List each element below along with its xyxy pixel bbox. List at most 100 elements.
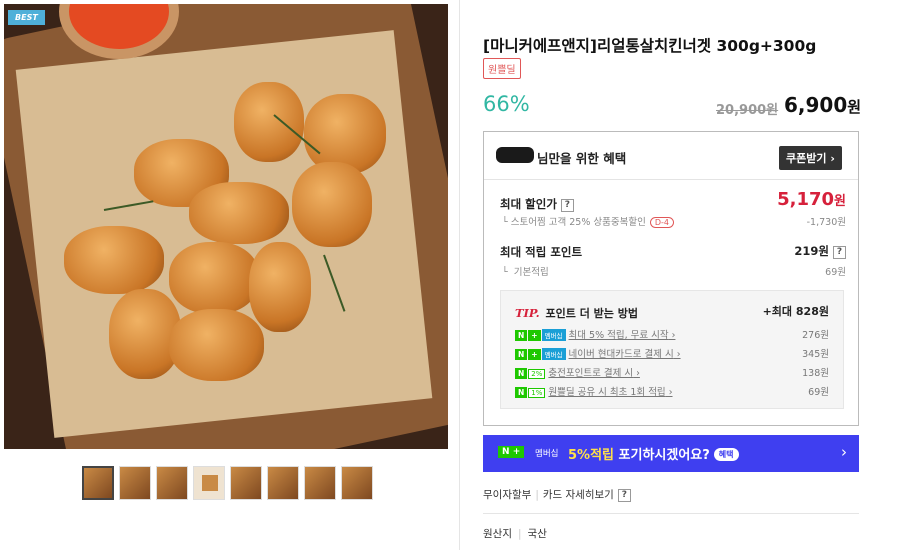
origin-info: 원산지 | 국산	[483, 526, 547, 541]
max-points-value: 219원?	[794, 243, 846, 259]
plus-icon: +	[528, 330, 541, 341]
product-gallery: BEST	[4, 4, 448, 500]
max-discount-price: 5,170원	[777, 189, 846, 210]
tip-row-value: 138원	[802, 368, 829, 379]
original-price: 20,900원	[716, 103, 779, 118]
help-icon[interactable]: ?	[560, 199, 574, 212]
naver-n-icon: N	[502, 447, 510, 457]
thumbnail-strip	[82, 466, 373, 500]
thumbnail[interactable]	[267, 466, 299, 500]
membership-banner[interactable]: N + 멤버십 5%적립 포기하시겠어요? 혜택 ›	[483, 435, 859, 472]
separator: |	[535, 489, 539, 501]
tip-prefix: TIP.	[515, 306, 540, 320]
tip-box: TIP. 포인트 더 받는 방법 +최대 828원 N + 멤버십 최대 5% 적립,…	[500, 290, 844, 409]
benefit-pill: 혜택	[713, 448, 739, 461]
installment-label: 무이자할부	[483, 489, 532, 501]
nugget	[189, 182, 289, 244]
max-discount-value: 5,170	[777, 189, 835, 210]
max-discount-label-text: 최대 할인가	[500, 197, 557, 211]
product-page: BEST [마니커에프앤지]리얼통살치킨너겟 300g+300g 원쁠딜 66%…	[0, 0, 900, 550]
chevron-right-icon: ›	[830, 152, 835, 165]
thumbnail[interactable]	[156, 466, 188, 500]
thumbnail[interactable]	[82, 466, 114, 500]
payment-info: 무이자할부 | 카드 자세히보기?	[483, 487, 631, 502]
tip-heading: TIP. 포인트 더 받는 방법	[515, 305, 638, 321]
coupon-button-label: 쿠폰받기	[786, 152, 827, 165]
max-points-amount: 219원	[794, 244, 829, 258]
thumbnail[interactable]	[119, 466, 151, 500]
tip-max: +최대 828원	[763, 303, 829, 319]
naver-n-icon: N	[515, 349, 528, 360]
max-points-label: 최대 적립 포인트	[500, 244, 582, 260]
nugget	[64, 226, 164, 294]
tip-row-text: 최대 5% 적립, 무료 시작	[568, 330, 669, 341]
membership-label: 멤버십	[535, 449, 559, 459]
sale-price-value: 6,900	[784, 93, 848, 117]
sale-price-unit: 원	[847, 98, 862, 116]
tip-row-value: 276원	[802, 330, 829, 341]
plus-icon: +	[528, 349, 541, 360]
banner-message: 포기하시겠어요?	[618, 448, 710, 463]
naver-n-icon: N	[515, 368, 528, 379]
tip-row-share[interactable]: N 1% 원쁠딜 공유 시 최초 1회 적립 ›	[515, 384, 673, 398]
tip-title: 포인트 더 받는 방법	[545, 307, 638, 320]
chevron-right-icon: ›	[841, 443, 847, 461]
product-main-image[interactable]: BEST	[4, 4, 448, 449]
help-icon[interactable]: ?	[617, 489, 631, 502]
separator: |	[517, 528, 522, 540]
store-discount-label: 스토어찜 고객 25% 상품중복할인	[510, 217, 646, 228]
max-discount-label: 최대 할인가?	[500, 196, 574, 212]
discount-rate: 66%	[483, 92, 530, 116]
membership-badge: 멤버십	[541, 348, 566, 360]
tip-row-value: 69원	[808, 387, 829, 398]
nugget	[234, 82, 304, 162]
percent-badge: 2%	[528, 369, 546, 379]
tip-row-card[interactable]: N + 멤버십 네이버 현대카드로 결제 시 ›	[515, 346, 681, 360]
nugget	[249, 242, 311, 332]
banner-text: 5%적립 포기하시겠어요? 혜택	[568, 444, 739, 463]
thumbnail[interactable]	[230, 466, 262, 500]
nugget	[169, 309, 264, 381]
nugget	[292, 162, 372, 247]
product-title: [마니커에프앤지]리얼통살치킨너겟 300g+300g	[483, 37, 817, 55]
store-discount-value: -1,730원	[806, 217, 846, 228]
tip-row-membership[interactable]: N + 멤버십 최대 5% 적립, 무료 시작 ›	[515, 327, 675, 341]
nugget	[304, 94, 386, 174]
base-points-detail: └ 기본적립	[502, 267, 549, 278]
tip-row-text: 원쁠딜 공유 시 최초 1회 적립	[548, 387, 666, 398]
benefit-heading: 님만을 위한 혜택	[537, 151, 627, 166]
base-points-value: 69원	[825, 267, 846, 278]
naver-n-icon: N	[515, 387, 528, 398]
plus-icon: +	[512, 447, 521, 457]
origin-label: 원산지	[483, 528, 512, 540]
thumbnail[interactable]	[304, 466, 336, 500]
coupon-button[interactable]: 쿠폰받기 ›	[779, 146, 842, 170]
column-divider	[459, 0, 460, 550]
help-icon[interactable]: ?	[833, 246, 846, 259]
max-points-label-text: 최대 적립 포인트	[500, 245, 583, 259]
naver-n-icon: N	[515, 330, 528, 341]
origin-value: 국산	[527, 528, 547, 540]
benefit-box: 님만을 위한 혜택 쿠폰받기 › 최대 할인가? 5,170원 └ 스토어찜 고…	[483, 131, 859, 426]
benefit-header: 님만을 위한 혜택 쿠폰받기 ›	[484, 132, 858, 180]
membership-badge: 멤버십	[541, 329, 566, 341]
tip-max-value: 828원	[795, 305, 829, 318]
percent-badge: 1%	[528, 388, 546, 398]
tip-row-text: 네이버 현대카드로 결제 시	[568, 349, 674, 360]
nugget	[169, 242, 259, 314]
divider-line	[483, 513, 859, 514]
product-pack-image	[202, 475, 218, 491]
base-points-label: 기본적립	[513, 267, 549, 278]
tip-row-value: 345원	[802, 349, 829, 360]
sale-price: 6,900원	[784, 93, 861, 117]
deal-tag: 원쁠딜	[483, 58, 521, 79]
thumbnail[interactable]	[193, 466, 225, 500]
tip-row-charge-points[interactable]: N 2% 충전포인트로 결제 시 ›	[515, 365, 640, 379]
thumbnail[interactable]	[341, 466, 373, 500]
max-discount-unit: 원	[834, 194, 846, 209]
banner-highlight: 5%적립	[568, 448, 614, 463]
card-detail-link[interactable]: 카드 자세히보기	[543, 489, 614, 501]
tip-row-text: 충전포인트로 결제 시	[548, 368, 634, 379]
naver-plus-icon: N +	[498, 446, 525, 458]
d-day-badge: D-4	[649, 217, 674, 228]
